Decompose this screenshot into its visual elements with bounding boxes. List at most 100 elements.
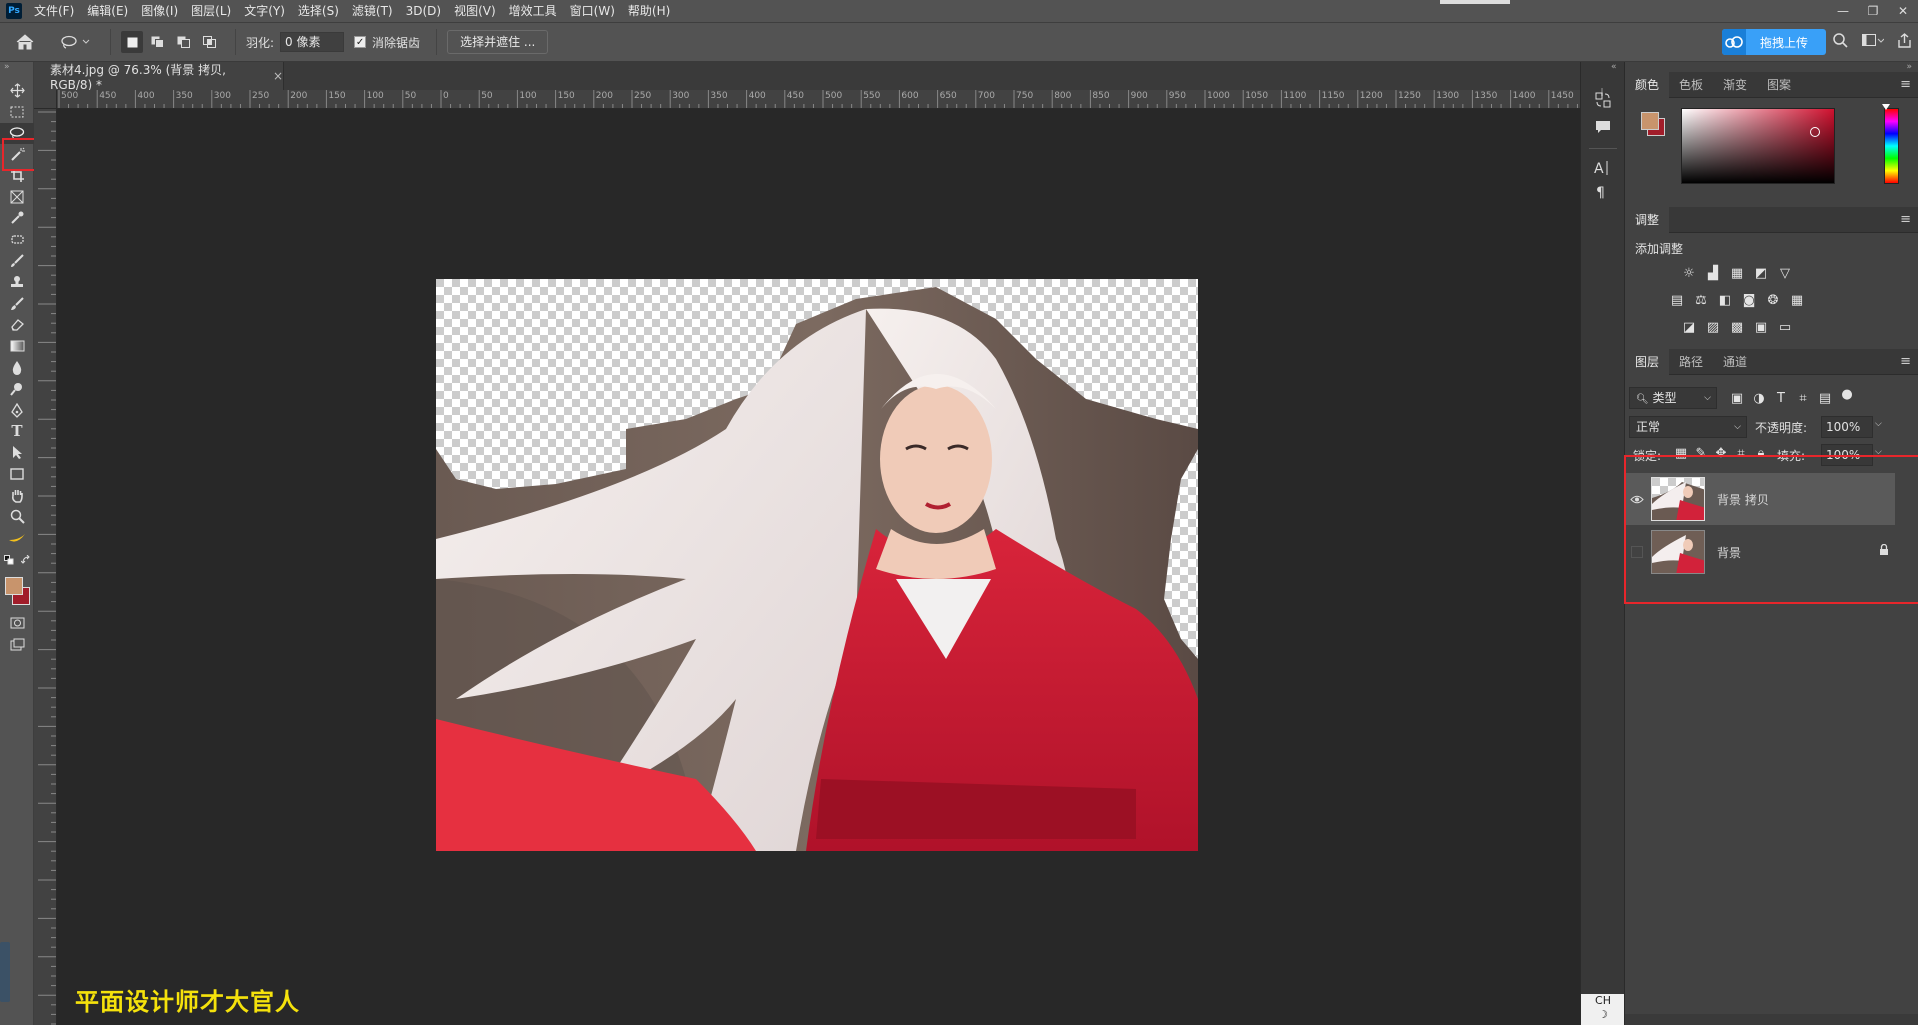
antialias-checkbox[interactable]: ✓ — [354, 36, 367, 48]
side-widget[interactable] — [0, 942, 10, 1002]
tab-patterns[interactable]: 图案 — [1757, 72, 1801, 98]
hue-slider-marker[interactable] — [1882, 104, 1890, 110]
invert-icon[interactable]: ◪ — [1681, 321, 1697, 335]
home-icon[interactable] — [0, 34, 50, 50]
share-icon[interactable] — [1897, 33, 1912, 52]
eraser-tool-icon[interactable] — [0, 314, 34, 335]
opacity-input[interactable]: 100% — [1821, 416, 1873, 438]
black-white-icon[interactable]: ◧ — [1717, 294, 1733, 308]
dodge-tool-icon[interactable] — [0, 378, 34, 399]
tab-swatches[interactable]: 色板 — [1669, 72, 1713, 98]
opacity-dropdown-icon[interactable]: ⌵ — [1875, 419, 1882, 429]
tab-adjustments[interactable]: 调整 — [1625, 206, 1670, 233]
tab-layers[interactable]: 图层 — [1625, 348, 1670, 375]
filter-toggle-icon[interactable]: ● — [1839, 388, 1855, 402]
threshold-icon[interactable]: ▩ — [1729, 321, 1745, 335]
tab-paths[interactable]: 路径 — [1669, 349, 1713, 375]
minimize-button[interactable]: — — [1828, 0, 1858, 22]
menu-image[interactable]: 图像(I) — [137, 0, 187, 22]
default-colors-icon[interactable] — [4, 554, 14, 565]
marquee-tool-icon[interactable] — [0, 101, 34, 122]
vibrance-icon[interactable]: ▽ — [1777, 267, 1793, 281]
blur-tool-icon[interactable] — [0, 357, 34, 378]
color-balance-icon[interactable]: ⚖ — [1693, 294, 1709, 308]
new-selection-icon[interactable] — [121, 31, 143, 53]
curves-icon[interactable]: ▦ — [1729, 267, 1745, 281]
zoom-tool-icon[interactable] — [0, 506, 34, 527]
filter-pixel-icon[interactable]: ▣ — [1729, 392, 1745, 406]
color-lookup-icon[interactable]: ▦ — [1789, 294, 1805, 308]
menu-edit[interactable]: 编辑(E) — [83, 0, 137, 22]
search-icon[interactable] — [1833, 33, 1848, 52]
quick-mask-icon[interactable] — [0, 613, 34, 634]
comments-icon[interactable] — [1595, 120, 1611, 134]
filter-type-icon[interactable]: T — [1773, 392, 1789, 406]
healing-brush-tool-icon[interactable] — [0, 229, 34, 250]
photo-filter-icon[interactable]: ◙ — [1741, 294, 1757, 308]
add-selection-icon[interactable] — [147, 31, 169, 53]
gradient-map-icon[interactable]: ▭ — [1777, 321, 1793, 335]
eyedropper-tool-icon[interactable] — [0, 208, 34, 229]
collapse-right-arrows-icon[interactable]: « — [1611, 62, 1617, 72]
stamp-tool-icon[interactable] — [0, 272, 34, 293]
gradient-tool-icon[interactable] — [0, 336, 34, 357]
close-window-button[interactable]: ✕ — [1888, 0, 1918, 22]
menu-window[interactable]: 窗口(W) — [566, 0, 624, 22]
select-and-mask-button[interactable]: 选择并遮住 ... — [447, 30, 549, 54]
upload-button[interactable]: 拖拽上传 — [1722, 29, 1826, 55]
history-brush-tool-icon[interactable] — [0, 293, 34, 314]
panel-menu-icon[interactable]: ≡ — [1900, 354, 1911, 369]
path-selection-tool-icon[interactable] — [0, 442, 34, 463]
menu-plugins[interactable]: 增效工具 — [505, 0, 566, 22]
brightness-icon[interactable]: ☼ — [1681, 267, 1697, 281]
channel-mixer-icon[interactable]: ❂ — [1765, 294, 1781, 308]
swap-colors-icon[interactable] — [21, 554, 31, 565]
paragraph-icon[interactable]: ¶ — [1596, 184, 1610, 200]
posterize-icon[interactable]: ▨ — [1705, 321, 1721, 335]
menu-type[interactable]: 文字(Y) — [240, 0, 294, 22]
levels-icon[interactable]: ▟ — [1705, 267, 1721, 281]
exposure-icon[interactable]: ◩ — [1753, 267, 1769, 281]
ime-indicator[interactable]: CH ☽ — [1581, 994, 1625, 1025]
collapse-arrows-icon[interactable]: » — [0, 62, 33, 80]
pen-tool-icon[interactable] — [0, 399, 34, 420]
rectangle-tool-icon[interactable] — [0, 463, 34, 484]
hue-saturation-icon[interactable]: ▤ — [1669, 294, 1685, 308]
close-tab-icon[interactable]: × — [273, 69, 283, 83]
ruler-origin[interactable] — [34, 90, 57, 109]
move-tool-icon[interactable] — [0, 80, 34, 101]
type-tool-icon[interactable]: T — [0, 421, 34, 442]
intersect-selection-icon[interactable] — [199, 31, 221, 53]
document-image[interactable] — [436, 279, 1198, 851]
hue-slider[interactable] — [1884, 108, 1899, 184]
selective-color-icon[interactable]: ▣ — [1753, 321, 1769, 335]
frame-tool-icon[interactable] — [0, 186, 34, 207]
layer-filter-select[interactable]: 🔍︎ 类型 ⌵ — [1629, 387, 1717, 409]
menu-select[interactable]: 选择(S) — [294, 0, 348, 22]
blend-mode-select[interactable]: 正常 ⌵ — [1629, 416, 1747, 438]
menu-layer[interactable]: 图层(L) — [187, 0, 240, 22]
filter-smart-object-icon[interactable]: ▤ — [1817, 392, 1833, 406]
foreground-color-swatch[interactable] — [5, 576, 23, 595]
history-icon[interactable] — [1595, 92, 1611, 108]
screen-mode-icon[interactable] — [0, 634, 34, 655]
lasso-preset-icon[interactable] — [60, 35, 100, 49]
subtract-selection-icon[interactable] — [173, 31, 195, 53]
filter-adjustment-icon[interactable]: ◑ — [1751, 392, 1767, 406]
panel-menu-icon[interactable]: ≡ — [1900, 212, 1911, 227]
tab-channels[interactable]: 通道 — [1713, 349, 1757, 375]
panels-collapse-icon[interactable]: » — [1906, 62, 1912, 72]
panel-menu-icon[interactable]: ≡ — [1900, 77, 1911, 92]
menu-filter[interactable]: 滤镜(T) — [348, 0, 402, 22]
hand-tool-icon[interactable] — [0, 485, 34, 506]
menu-3d[interactable]: 3D(D) — [402, 0, 450, 22]
tab-gradients[interactable]: 渐变 — [1713, 72, 1757, 98]
filter-shape-icon[interactable]: ⌗ — [1795, 392, 1811, 406]
menu-file[interactable]: 文件(F) — [30, 0, 83, 22]
color-panel-foreground-swatch[interactable] — [1641, 112, 1659, 130]
tab-color[interactable]: 颜色 — [1625, 71, 1670, 98]
document-tab[interactable]: 素材4.jpg @ 76.3% (背景 拷贝, RGB/8) * × — [34, 62, 284, 92]
feather-input[interactable]: 0 像素 — [280, 32, 345, 52]
restore-button[interactable]: ❐ — [1858, 0, 1888, 22]
menu-view[interactable]: 视图(V) — [450, 0, 505, 22]
